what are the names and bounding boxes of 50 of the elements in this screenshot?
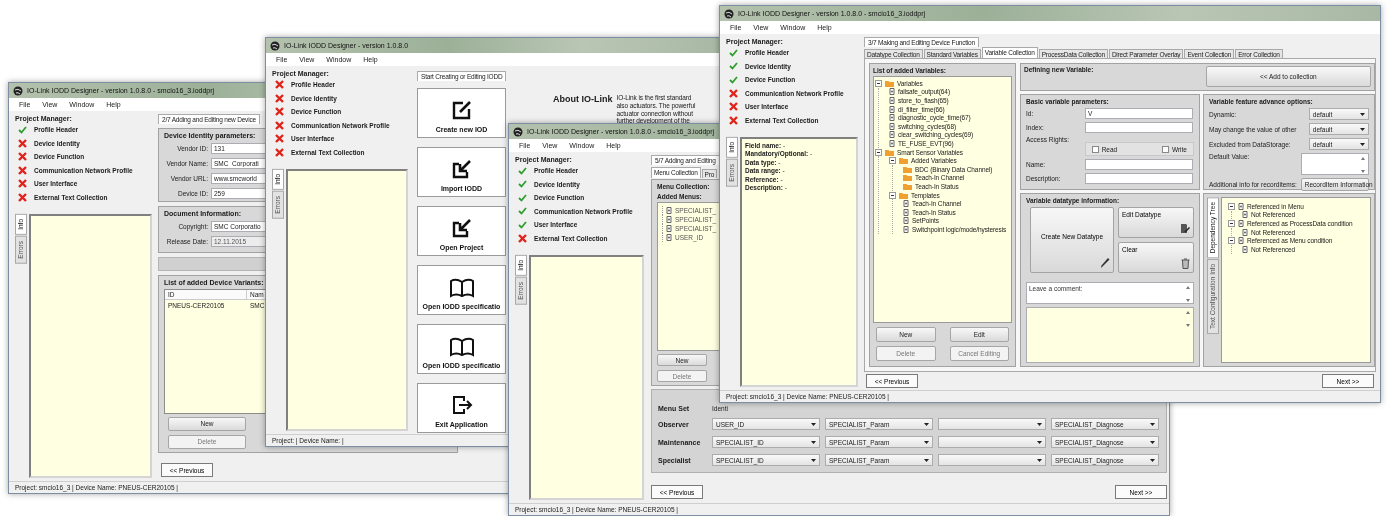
collapse-icon[interactable] [875,79,882,87]
globe-icon [724,8,734,19]
caret-icon [1037,422,1042,426]
record-icon [666,234,672,241]
caret-icon [1037,458,1042,462]
caret-icon [811,440,816,444]
checkbox[interactable] [1161,145,1169,153]
text-field[interactable] [1085,159,1193,170]
collapse-icon[interactable] [1228,202,1235,210]
caret-icon [811,422,816,426]
scroll-arrows-icon[interactable] [1359,156,1366,174]
text-field[interactable] [1085,122,1193,133]
record-icon [666,207,672,214]
scroll-arrows-icon[interactable] [1185,310,1191,328]
caret-icon [1150,440,1155,444]
caret-icon [811,458,816,462]
arrow-out-of-box-icon [450,394,473,416]
book-icon [448,337,475,357]
collapse-icon[interactable] [875,148,882,156]
default-value-field[interactable] [1300,153,1369,175]
caret-icon [1150,422,1155,426]
record-icon [666,216,672,223]
scroll-arrows-icon[interactable] [1185,285,1191,303]
checkbox[interactable] [1091,145,1099,153]
caret-icon [1037,440,1042,444]
caret-icon [924,440,929,444]
caret-icon [924,458,929,462]
record-icon [666,225,672,232]
text-field[interactable] [1085,173,1193,184]
trash-icon [1181,258,1190,269]
collapse-icon[interactable] [1228,220,1235,227]
caret-icon [1359,112,1365,116]
caret-icon [1150,458,1155,462]
folder-icon [885,79,894,87]
globe-icon [513,126,523,137]
pencil-icon [1100,257,1110,269]
caret-icon [1359,142,1365,146]
globe-icon [13,85,23,96]
pencil-square-icon [450,99,473,121]
collapse-icon[interactable] [889,191,896,199]
collapse-icon[interactable] [1228,237,1235,245]
section-heading: About IO-Link [553,94,613,104]
book-icon [448,278,475,298]
arrow-into-box-icon [450,158,473,180]
caret-icon [924,422,929,426]
arrow-into-box-icon [450,217,473,239]
collapse-icon[interactable] [889,157,896,165]
document-edit-icon [1180,223,1190,234]
caret-icon [1359,127,1365,131]
globe-icon [270,40,280,51]
